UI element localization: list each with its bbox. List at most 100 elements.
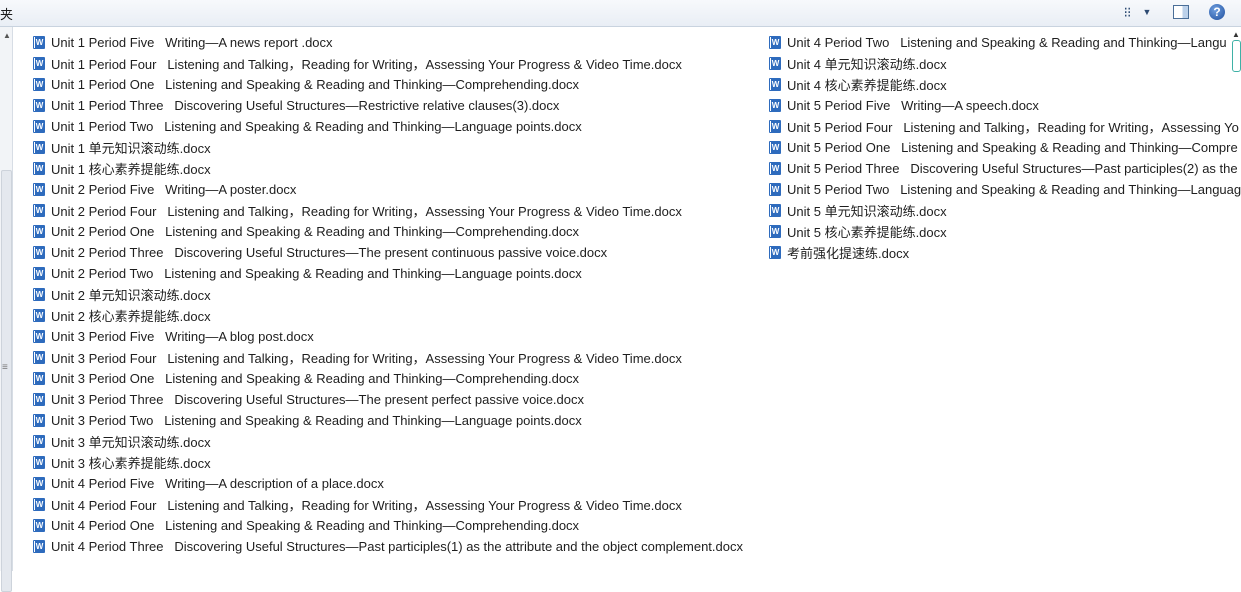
word-document-icon: [769, 99, 781, 112]
scrollbar-thumb[interactable]: [1, 170, 12, 592]
file-name: Unit 2 Period Three Discovering Useful S…: [51, 245, 608, 260]
word-document-icon: [33, 162, 45, 175]
word-document-icon: [33, 456, 45, 469]
file-item[interactable]: Unit 2 单元知识滚动练.docx: [33, 284, 763, 305]
file-item[interactable]: Unit 4 Period One Listening and Speaking…: [33, 515, 763, 536]
file-name: Unit 3 Period One Listening and Speaking…: [51, 371, 580, 386]
file-name: 考前强化提速练.docx: [787, 246, 910, 261]
file-item[interactable]: Unit 3 单元知识滚动练.docx: [33, 431, 763, 452]
file-item[interactable]: Unit 3 Period One Listening and Speaking…: [33, 368, 763, 389]
file-name: Unit 4 Period One Listening and Speaking…: [51, 518, 580, 533]
file-item[interactable]: Unit 1 Period Two Listening and Speaking…: [33, 116, 763, 137]
file-name: Unit 1 Period Four Listening and Talking…: [51, 57, 682, 72]
file-list: Unit 1 Period Five Writing—A news report…: [13, 27, 1241, 571]
file-column-1: Unit 1 Period Five Writing—A news report…: [33, 32, 763, 557]
file-item[interactable]: Unit 1 Period Five Writing—A news report…: [33, 32, 763, 53]
file-name: Unit 3 Period Three Discovering Useful S…: [51, 392, 584, 407]
word-document-icon: [769, 78, 781, 91]
explorer-toolbar: 夹 ⁝⁝ ▼ ?: [0, 0, 1241, 27]
file-item[interactable]: Unit 1 单元知识滚动练.docx: [33, 137, 763, 158]
file-name: Unit 2 单元知识滚动练.docx: [51, 288, 211, 303]
file-item[interactable]: Unit 1 Period Four Listening and Talking…: [33, 53, 763, 74]
word-document-icon: [33, 183, 45, 196]
file-item[interactable]: Unit 1 Period Three Discovering Useful S…: [33, 95, 763, 116]
file-name: Unit 3 核心素养提能练.docx: [51, 456, 211, 471]
file-item[interactable]: Unit 5 核心素养提能练.docx: [769, 221, 1241, 242]
word-document-icon: [33, 225, 45, 238]
file-item[interactable]: Unit 2 Period Two Listening and Speaking…: [33, 263, 763, 284]
file-item[interactable]: Unit 1 Period One Listening and Speaking…: [33, 74, 763, 95]
help-icon[interactable]: ?: [1208, 3, 1226, 21]
splitter-grip-icon[interactable]: ≡: [2, 362, 8, 373]
word-document-icon: [33, 36, 45, 49]
scroll-up-icon[interactable]: ▲: [1232, 30, 1240, 39]
file-item[interactable]: Unit 2 Period Four Listening and Talking…: [33, 200, 763, 221]
file-name: Unit 5 Period Two Listening and Speaking…: [787, 182, 1241, 197]
file-item[interactable]: Unit 1 核心素养提能练.docx: [33, 158, 763, 179]
word-document-icon: [769, 204, 781, 217]
file-name: Unit 1 Period One Listening and Speaking…: [51, 77, 580, 92]
word-document-icon: [33, 351, 45, 364]
file-item[interactable]: Unit 2 Period Three Discovering Useful S…: [33, 242, 763, 263]
word-document-icon: [769, 36, 781, 49]
word-document-icon: [33, 246, 45, 259]
file-item[interactable]: Unit 5 Period One Listening and Speaking…: [769, 137, 1241, 158]
word-document-icon: [769, 57, 781, 70]
word-document-icon: [769, 183, 781, 196]
file-item[interactable]: Unit 4 Period Four Listening and Talking…: [33, 494, 763, 515]
word-document-icon: [769, 120, 781, 133]
file-item[interactable]: Unit 4 Period Two Listening and Speaking…: [769, 32, 1241, 53]
word-document-icon: [33, 120, 45, 133]
file-item[interactable]: Unit 2 Period Five Writing—A poster.docx: [33, 179, 763, 200]
word-document-icon: [33, 288, 45, 301]
file-item[interactable]: Unit 4 Period Five Writing—A description…: [33, 473, 763, 494]
file-item[interactable]: 考前强化提速练.docx: [769, 242, 1241, 263]
file-item[interactable]: Unit 5 Period Three Discovering Useful S…: [769, 158, 1241, 179]
preview-pane-icon[interactable]: [1172, 3, 1190, 21]
word-document-icon: [33, 330, 45, 343]
file-name: Unit 2 核心素养提能练.docx: [51, 309, 211, 324]
file-item[interactable]: Unit 3 Period Three Discovering Useful S…: [33, 389, 763, 410]
word-document-icon: [33, 99, 45, 112]
file-item[interactable]: Unit 5 Period Five Writing—A speech.docx: [769, 95, 1241, 116]
file-name: Unit 1 Period Five Writing—A news report…: [51, 35, 333, 50]
file-list-scrollbar[interactable]: ▲: [1231, 30, 1241, 96]
change-view-icon[interactable]: ⁝⁝: [1118, 3, 1136, 21]
file-name: Unit 4 核心素养提能练.docx: [787, 78, 947, 93]
file-item[interactable]: Unit 4 Period Three Discovering Useful S…: [33, 536, 763, 557]
word-document-icon: [33, 414, 45, 427]
file-item[interactable]: Unit 5 单元知识滚动练.docx: [769, 200, 1241, 221]
file-name: Unit 3 Period Two Listening and Speaking…: [51, 413, 582, 428]
breadcrumb-folder[interactable]: 夹: [0, 4, 13, 23]
file-item[interactable]: Unit 2 Period One Listening and Speaking…: [33, 221, 763, 242]
file-name: Unit 3 单元知识滚动练.docx: [51, 435, 211, 450]
word-document-icon: [33, 435, 45, 448]
view-options-chevron-down-icon[interactable]: ▼: [1140, 3, 1154, 21]
word-document-icon: [33, 477, 45, 490]
file-item[interactable]: Unit 4 核心素养提能练.docx: [769, 74, 1241, 95]
help-glyph: ?: [1209, 4, 1225, 20]
word-document-icon: [769, 162, 781, 175]
word-document-icon: [769, 141, 781, 154]
scroll-up-icon[interactable]: ▲: [3, 31, 11, 40]
file-item[interactable]: Unit 3 Period Four Listening and Talking…: [33, 347, 763, 368]
word-document-icon: [33, 57, 45, 70]
file-name: Unit 4 Period Three Discovering Useful S…: [51, 539, 743, 554]
navigation-pane-scrollbar[interactable]: ▲ ≡: [0, 27, 13, 592]
file-item[interactable]: Unit 3 核心素养提能练.docx: [33, 452, 763, 473]
file-item[interactable]: Unit 4 单元知识滚动练.docx: [769, 53, 1241, 74]
file-name: Unit 4 Period Two Listening and Speaking…: [787, 35, 1227, 50]
file-item[interactable]: Unit 5 Period Four Listening and Talking…: [769, 116, 1241, 137]
word-document-icon: [769, 246, 781, 259]
file-name: Unit 4 Period Four Listening and Talking…: [51, 498, 682, 513]
word-document-icon: [33, 141, 45, 154]
file-item[interactable]: Unit 3 Period Five Writing—A blog post.d…: [33, 326, 763, 347]
file-item[interactable]: Unit 3 Period Two Listening and Speaking…: [33, 410, 763, 431]
file-item[interactable]: Unit 2 核心素养提能练.docx: [33, 305, 763, 326]
scrollbar-thumb[interactable]: [1232, 40, 1241, 72]
word-document-icon: [33, 78, 45, 91]
file-name: Unit 5 Period Five Writing—A speech.docx: [787, 98, 1039, 113]
file-item[interactable]: Unit 5 Period Two Listening and Speaking…: [769, 179, 1241, 200]
file-name: Unit 4 单元知识滚动练.docx: [787, 57, 947, 72]
file-name: Unit 1 Period Three Discovering Useful S…: [51, 98, 560, 113]
